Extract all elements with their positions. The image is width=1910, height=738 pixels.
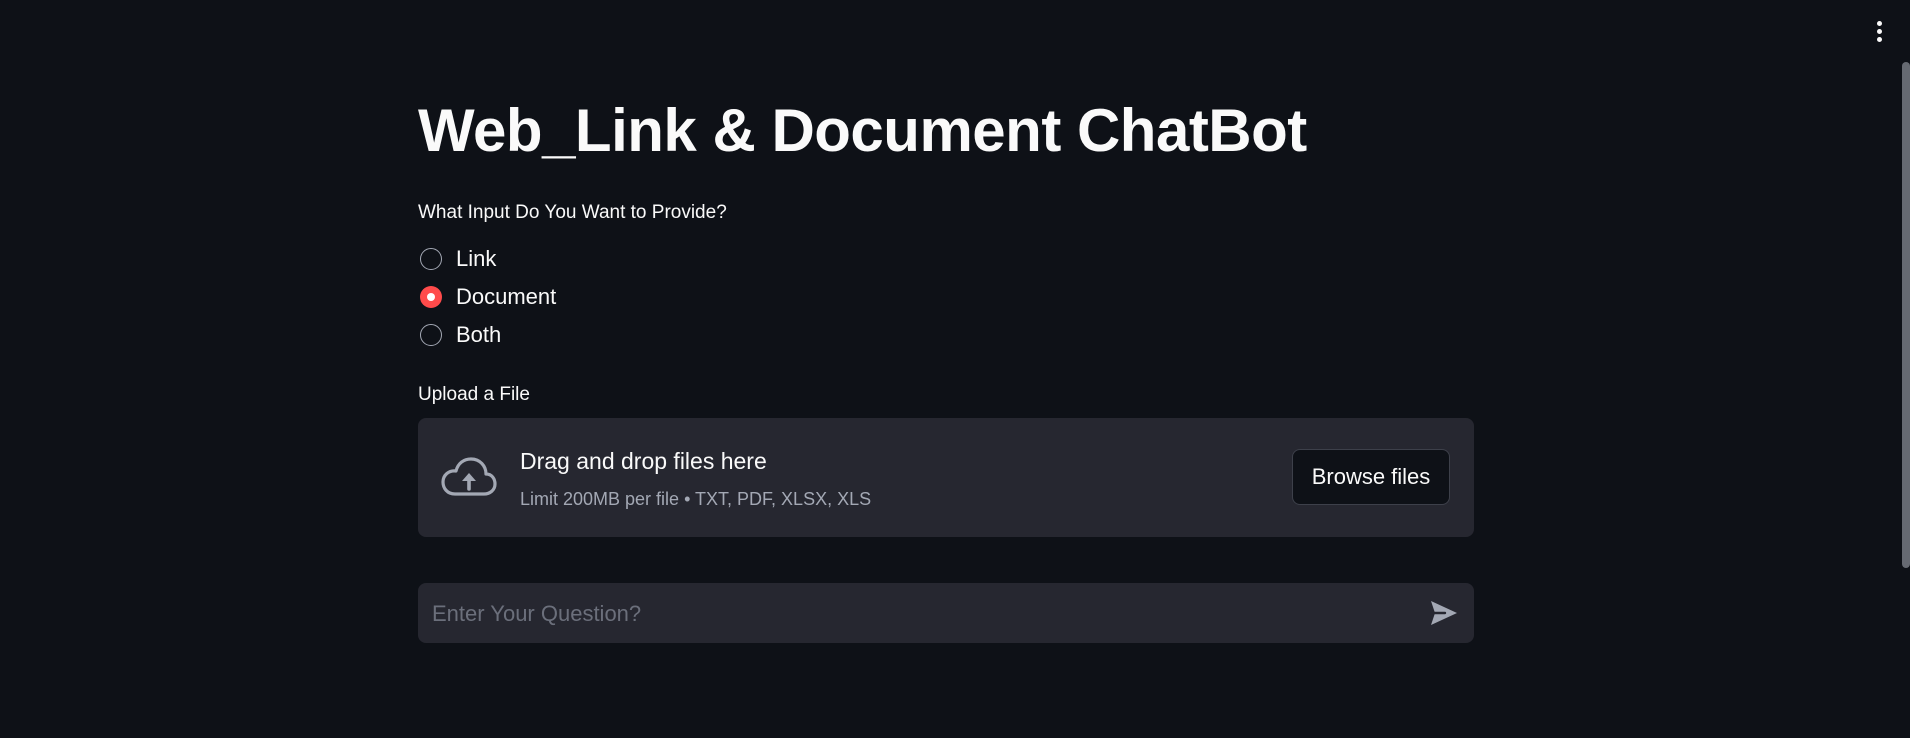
radio-checked-icon[interactable] (420, 286, 442, 308)
browse-files-button[interactable]: Browse files (1292, 449, 1450, 505)
page-title: Web_Link & Document ChatBot (418, 97, 1307, 164)
vertical-scrollbar[interactable] (1902, 62, 1910, 568)
main-menu-button[interactable] (1868, 16, 1890, 46)
file-dropzone[interactable]: Drag and drop files here Limit 200MB per… (418, 418, 1474, 537)
radio-dot (427, 293, 435, 301)
upload-label: Upload a File (418, 384, 530, 405)
radio-unchecked-icon[interactable] (420, 248, 442, 270)
dropzone-title: Drag and drop files here (520, 448, 767, 474)
send-icon (1431, 601, 1457, 625)
cloud-upload-icon (441, 457, 497, 496)
radio-option-document[interactable]: Document (420, 278, 556, 316)
chat-input-container (418, 583, 1474, 645)
radio-option-both[interactable]: Both (420, 316, 556, 354)
kebab-menu-icon-dot (1876, 36, 1882, 42)
send-button[interactable] (1428, 597, 1460, 629)
kebab-menu-icon-dot (1876, 28, 1882, 34)
radio-option-link[interactable]: Link (420, 240, 556, 278)
radio-unchecked-icon[interactable] (420, 324, 442, 346)
input-type-radio-group: Link Document Both (420, 240, 556, 354)
input-type-label: What Input Do You Want to Provide? (418, 202, 727, 223)
dropzone-limits: Limit 200MB per file • TXT, PDF, XLSX, X… (520, 489, 872, 509)
radio-option-label: Link (456, 246, 497, 271)
radio-option-label: Both (456, 322, 502, 347)
radio-option-label: Document (456, 284, 557, 309)
question-input[interactable] (430, 583, 1394, 645)
app-page: Web_Link & Document ChatBot What Input D… (0, 0, 1910, 738)
kebab-menu-icon (1876, 20, 1882, 26)
